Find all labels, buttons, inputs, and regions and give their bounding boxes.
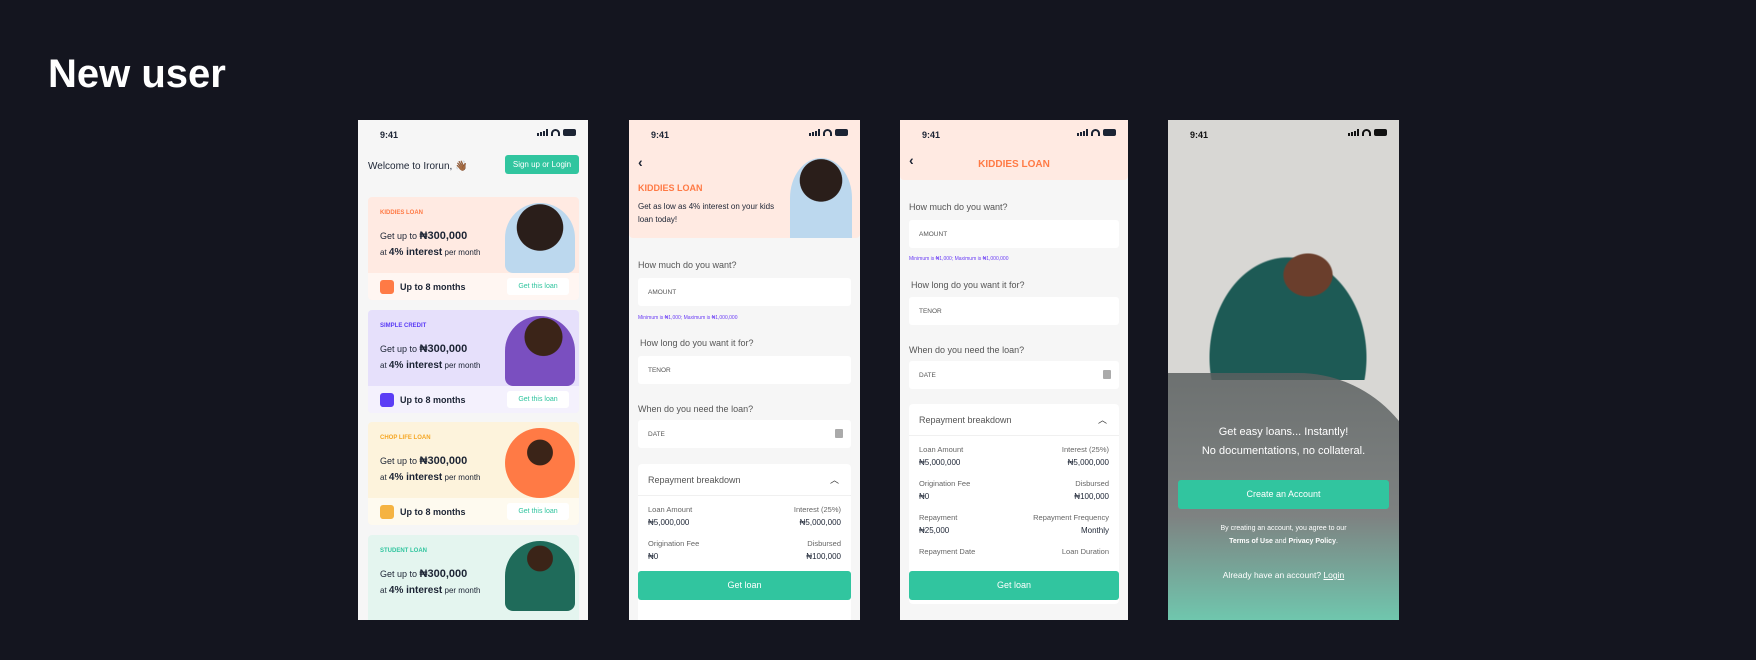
woman-photo	[505, 428, 575, 498]
loan-subtitle: Get as low as 4% interest on your kids l…	[638, 202, 775, 224]
card-duration: Up to 8 months	[400, 507, 466, 517]
privacy-link[interactable]: Privacy Policy	[1288, 538, 1335, 545]
man-photo	[505, 316, 575, 386]
amount-help: Minimum is ₦1,000; Maximum is ₦1,000,000	[638, 315, 738, 321]
signup-login-button[interactable]: Sign up or Login	[505, 155, 579, 174]
child-photo	[790, 158, 852, 238]
back-icon[interactable]: ‹	[638, 154, 643, 170]
terms-text: By creating an account, you agree to our…	[1220, 525, 1347, 545]
amount-input[interactable]: AMOUNT	[909, 220, 1119, 248]
get-loan-button[interactable]: Get this loan	[507, 278, 569, 295]
breakdown-header[interactable]: Repayment breakdown ︿	[638, 464, 851, 496]
headline: Get easy loans... Instantly! No documenta…	[1201, 426, 1366, 457]
terms-link[interactable]: Terms of Use	[1229, 538, 1273, 545]
get-loan-button[interactable]: Get this loan	[507, 503, 569, 520]
status-bar: 9:41	[358, 120, 588, 148]
card-amount-line: Get up to ₦300,000	[380, 230, 468, 242]
get-loan-button[interactable]: Get loan	[909, 571, 1119, 600]
chevron-up-icon[interactable]: ︿	[1098, 413, 1107, 426]
login-prompt: Already have an account? Login	[1222, 570, 1345, 580]
tenor-label: How long do you want it for?	[640, 338, 754, 348]
tenor-label: How long do you want it for?	[911, 280, 1025, 290]
wifi-icon	[823, 129, 832, 136]
loan-card-simple-credit[interactable]: SIMPLE CREDIT Get up to ₦300,000 at 4% i…	[368, 310, 579, 413]
signal-icon	[1348, 129, 1359, 136]
loan-card-student[interactable]: STUDENT LOAN Get up to ₦300,000 at 4% in…	[368, 535, 579, 620]
battery-icon	[1103, 129, 1116, 136]
loan-card-chop-life[interactable]: CHOP LIFE LOAN Get up to ₦300,000 at 4% …	[368, 422, 579, 525]
tenor-input[interactable]: TENOR	[909, 297, 1119, 325]
card-duration: Up to 8 months	[400, 282, 466, 292]
date-label: When do you need the loan?	[909, 345, 1025, 355]
chevron-up-icon[interactable]: ︿	[830, 473, 839, 486]
wifi-icon	[551, 129, 560, 136]
signal-icon	[1077, 129, 1088, 136]
card-tag: SIMPLE CREDIT	[380, 323, 427, 329]
student-photo	[505, 541, 575, 611]
status-time: 9:41	[380, 130, 399, 140]
wifi-icon	[1091, 129, 1100, 136]
loan-form-screen: 9:41 ‹ KIDDIES LOAN Get as low as 4% int…	[629, 120, 860, 620]
amount-label: How much do you want?	[638, 260, 737, 270]
calendar-icon	[380, 393, 394, 407]
card-tag: CHOP LIFE LOAN	[380, 435, 431, 441]
signal-icon	[809, 129, 820, 136]
battery-icon	[1374, 129, 1387, 136]
get-loan-button[interactable]: Get this loan	[507, 391, 569, 408]
date-input[interactable]: DATE	[909, 361, 1119, 389]
calendar-icon	[380, 505, 394, 519]
signal-icon	[537, 129, 548, 136]
calendar-icon	[1103, 370, 1111, 379]
battery-icon	[835, 129, 848, 136]
breakdown-header[interactable]: Repayment breakdown ︿	[909, 404, 1119, 436]
card-tag: KIDDIES LOAN	[380, 210, 424, 216]
login-link[interactable]: Login	[1323, 570, 1344, 580]
calendar-icon	[380, 280, 394, 294]
date-input[interactable]: DATE	[638, 420, 851, 448]
calendar-icon	[835, 429, 843, 438]
amount-help: Minimum is ₦1,000; Maximum is ₦1,000,000	[909, 256, 1009, 262]
card-tag: STUDENT LOAN	[380, 548, 427, 554]
create-account-button[interactable]: Create an Account	[1178, 480, 1389, 509]
loan-title: KIDDIES LOAN	[978, 159, 1050, 170]
card-rate-line: at 4% interest per month	[380, 247, 481, 258]
card-duration: Up to 8 months	[400, 395, 466, 405]
battery-icon	[563, 129, 576, 136]
tenor-input[interactable]: TENOR	[638, 356, 851, 384]
onboarding-screen: 9:41 Get easy loans... Instantly! No docu…	[1168, 120, 1399, 620]
home-screen: 9:41 Welcome to Irorun, 👋🏾 Sign up or Lo…	[358, 120, 588, 620]
amount-input[interactable]: AMOUNT	[638, 278, 851, 306]
loan-card-kiddies[interactable]: KIDDIES LOAN Get up to ₦300,000 at 4% in…	[368, 197, 579, 300]
loan-form-scrolled-screen: 9:41 ‹ KIDDIES LOAN How much do you want…	[900, 120, 1128, 620]
amount-label: How much do you want?	[909, 202, 1008, 212]
child-photo	[505, 203, 575, 273]
wifi-icon	[1362, 129, 1371, 136]
loan-title: KIDDIES LOAN	[638, 183, 703, 193]
page-title: New user	[48, 52, 226, 96]
welcome-text: Welcome to Irorun, 👋🏾	[368, 161, 468, 172]
get-loan-button[interactable]: Get loan	[638, 571, 851, 600]
celebrating-woman-photo	[1188, 230, 1388, 380]
date-label: When do you need the loan?	[638, 404, 754, 414]
